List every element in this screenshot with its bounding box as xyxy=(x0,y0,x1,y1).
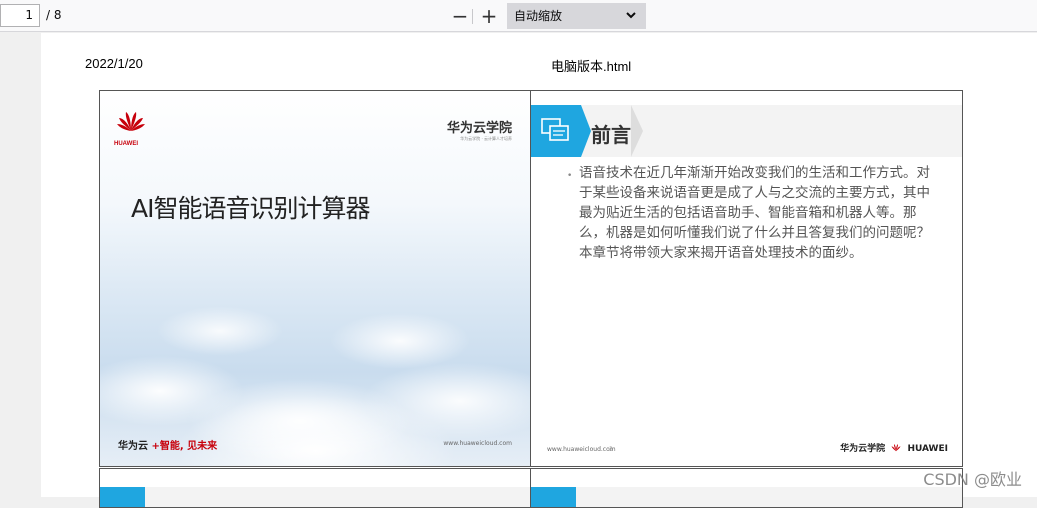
slide-page-number: 3 xyxy=(609,446,613,453)
slogan-part-a: 华为云 xyxy=(118,441,148,452)
chat-bubble-icon xyxy=(541,118,569,141)
slide-title: HUAWEI 华为云学院 华为云学院 · 云计算人才培养 AI智能语音识别计算器… xyxy=(99,90,531,467)
huawei-logo-text: HUAWEI xyxy=(114,141,138,147)
slide-brand: 华为云学院 xyxy=(446,121,512,136)
slide-preface: 前言 • 语音技术在近几年渐渐开始改变我们的生活和工作方式。对于某些设备来说语音… xyxy=(530,90,963,467)
zoom-select[interactable]: 自动缩放 xyxy=(507,3,646,29)
slide-footer-brand: 华为云学院 HUAWEI xyxy=(840,441,948,455)
page-number-input[interactable]: 1 xyxy=(0,4,40,27)
slide-footer-url: www.huaweicloud.com xyxy=(443,440,512,447)
header-icon-box xyxy=(531,105,581,157)
csdn-watermark: CSDN @欧业 xyxy=(923,470,1022,489)
footer-brand-a: 华为云学院 xyxy=(840,444,886,454)
header-icon-arrow xyxy=(581,105,591,157)
slogan-part-b: +智能, 见未来 xyxy=(151,441,218,452)
viewer-gutter xyxy=(0,33,40,497)
huawei-logo-icon xyxy=(891,443,901,451)
slide-heading: 前言 xyxy=(591,123,631,147)
chevron-down-icon xyxy=(626,12,636,19)
page-total-label: / 8 xyxy=(46,8,62,22)
zoom-in-button[interactable]: + xyxy=(478,5,500,27)
slide-next-left xyxy=(99,468,531,508)
bullet-icon: • xyxy=(567,171,573,181)
page-header-title: 电脑版本.html xyxy=(551,59,632,74)
slide-brand-subtitle: 华为云学院 · 云计算人才培养 xyxy=(460,136,512,141)
slide-header-band xyxy=(100,487,530,507)
slide-next-right xyxy=(530,468,963,508)
pdf-toolbar: 1 / 8 − + 自动缩放 xyxy=(0,0,1037,32)
header-icon-box xyxy=(531,487,576,507)
slide-footer-url: www.huaweicloud.com xyxy=(547,446,616,453)
header-chevron-decoration xyxy=(631,105,643,157)
page-header-date: 2022/1/20 xyxy=(85,56,143,71)
sky-background-image xyxy=(100,91,530,466)
slide-title-text: AI智能语音识别计算器 xyxy=(131,194,370,223)
footer-brand-b: HUAWEI xyxy=(907,444,948,454)
zoom-out-button[interactable]: − xyxy=(449,5,471,27)
slide-footer-slogan: 华为云 +智能, 见未来 xyxy=(118,437,217,452)
slide-header-band xyxy=(531,487,962,507)
huawei-logo-icon xyxy=(117,112,145,131)
header-icon-box xyxy=(100,487,145,507)
slide-body-text: 语音技术在近几年渐渐开始改变我们的生活和工作方式。对于某些设备来说语音更是成了人… xyxy=(579,165,930,261)
zoom-select-value: 自动缩放 xyxy=(514,9,563,23)
zoom-separator xyxy=(472,9,473,24)
